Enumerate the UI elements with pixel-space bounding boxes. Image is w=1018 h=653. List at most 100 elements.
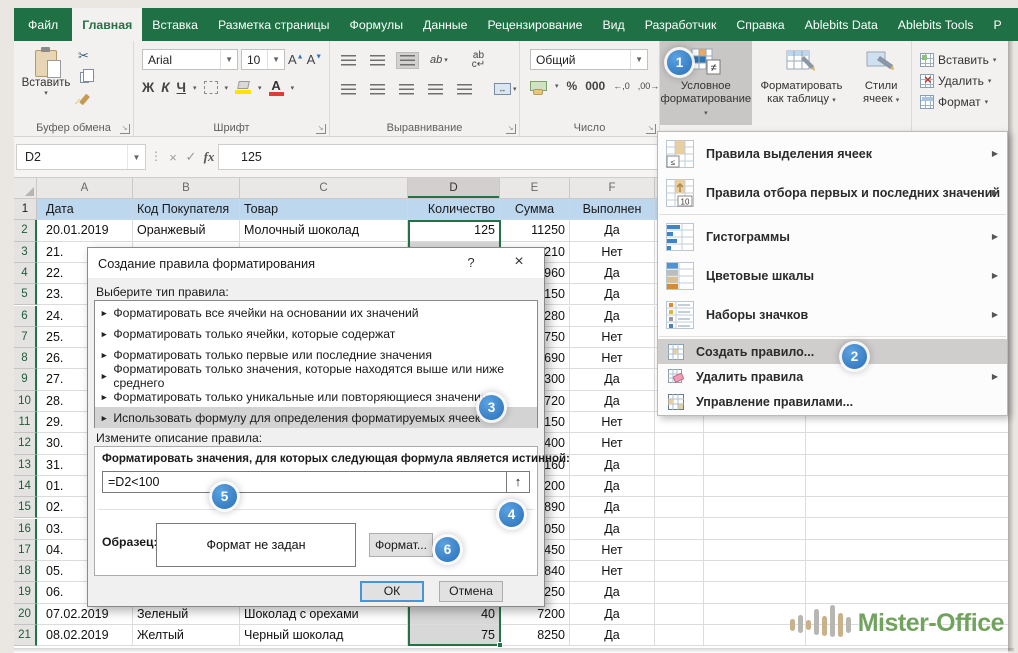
rule-type-option[interactable]: ►Форматировать только ячейки, которые со… (95, 323, 537, 344)
cut-button[interactable]: ✂ (78, 47, 122, 64)
cell[interactable]: Да (570, 263, 655, 284)
underline-button[interactable]: Ч (177, 80, 187, 95)
insert-cells-button[interactable]: Вставить▾ (912, 49, 1008, 70)
row-header[interactable]: 1 (14, 199, 37, 220)
row-header[interactable]: 7 (14, 327, 37, 348)
insert-function-button[interactable]: fx (200, 144, 218, 170)
tab-page-layout[interactable]: Разметка страницы (208, 8, 340, 41)
tab-review[interactable]: Рецензирование (477, 8, 592, 41)
cell[interactable]: Да (570, 455, 655, 476)
align-center-button[interactable] (367, 82, 388, 97)
align-left-button[interactable] (338, 82, 359, 97)
tab-ablebits-data[interactable]: Ablebits Data (795, 8, 888, 41)
menu-item-highlight-cells-rules[interactable]: ≤ Правила выделения ячеек ▶ (658, 134, 1007, 173)
col-header-d[interactable]: D (408, 178, 500, 199)
cell[interactable]: Сумма (500, 199, 570, 220)
row-header[interactable]: 17 (14, 540, 37, 561)
cell[interactable]: Черный шоколад (240, 625, 408, 646)
cell[interactable] (655, 455, 704, 476)
cell[interactable]: Да (570, 604, 655, 625)
increase-indent-button[interactable] (454, 82, 475, 97)
row-header[interactable]: 5 (14, 284, 37, 305)
dialog-launcher-icon[interactable]: ↘ (120, 124, 130, 134)
cell[interactable] (655, 561, 704, 582)
menu-item-manage-rules[interactable]: Управление правилами... (658, 389, 1007, 414)
rule-type-option[interactable]: ►Форматировать только значения, которые … (95, 365, 537, 386)
tab-file[interactable]: Файл (14, 8, 72, 41)
align-middle-button[interactable] (367, 53, 388, 68)
align-top-button[interactable] (338, 53, 359, 68)
paste-button[interactable]: Вставить ▾ (20, 47, 72, 117)
dialog-launcher-icon[interactable]: ↘ (316, 124, 326, 134)
decrease-indent-button[interactable] (425, 82, 446, 97)
row-header[interactable]: 2 (14, 220, 37, 241)
select-all-corner[interactable] (14, 178, 37, 199)
col-header-a[interactable]: A (37, 178, 133, 199)
tab-help[interactable]: Справка (726, 8, 794, 41)
row-header[interactable]: 13 (14, 455, 37, 476)
cell[interactable]: 08.02.2019 (37, 625, 133, 646)
row-header[interactable]: 3 (14, 242, 37, 263)
cell[interactable]: Молочный шоколад (240, 220, 408, 241)
menu-item-clear-rules[interactable]: Удалить правила ▶ (658, 364, 1007, 389)
rule-formula-input[interactable]: =D2<100 (102, 471, 507, 493)
dialog-help-button[interactable]: ? (456, 248, 486, 278)
format-cells-button[interactable]: Формат▾ (912, 91, 1008, 112)
row-header[interactable]: 12 (14, 433, 37, 454)
cell[interactable]: Количество (408, 199, 500, 220)
row-header[interactable]: 11 (14, 412, 37, 433)
cell[interactable]: Дата (37, 199, 133, 220)
cell[interactable]: Да (570, 497, 655, 518)
cell[interactable]: 75 (408, 625, 500, 646)
menu-item-new-rule[interactable]: Создать правило... (658, 339, 1007, 364)
col-header-b[interactable]: B (133, 178, 240, 199)
tab-formulas[interactable]: Формулы (340, 8, 414, 41)
bold-button[interactable]: Ж (142, 80, 154, 95)
font-color-button[interactable]: А (269, 79, 284, 96)
cell[interactable]: Нет (570, 412, 655, 433)
col-header-c[interactable]: C (240, 178, 408, 199)
row-header[interactable]: 8 (14, 348, 37, 369)
cell[interactable]: Да (570, 476, 655, 497)
cell[interactable] (704, 519, 806, 540)
col-header-e[interactable]: E (500, 178, 570, 199)
cancel-button[interactable]: Отмена (439, 581, 503, 602)
font-name-combo[interactable]: Arial▼ (142, 49, 238, 70)
menu-item-color-scales[interactable]: Цветовые шкалы ▶ (658, 256, 1007, 295)
tab-developer[interactable]: Разработчик (635, 8, 727, 41)
cell[interactable] (704, 497, 806, 518)
menu-item-icon-sets[interactable]: Наборы значков ▶ (658, 295, 1007, 334)
cell[interactable]: Да (570, 306, 655, 327)
cell[interactable]: 11250 (500, 220, 570, 241)
menu-item-data-bars[interactable]: Гистограммы ▶ (658, 217, 1007, 256)
tab-ablebits-tools[interactable]: Ablebits Tools (888, 8, 984, 41)
percent-style-button[interactable]: % (567, 79, 578, 93)
cell[interactable] (655, 625, 704, 646)
cell[interactable]: Да (570, 582, 655, 603)
name-box[interactable]: D2 ▼ (16, 144, 146, 170)
cell-styles-button[interactable]: Стили ячеек ▾ (851, 41, 911, 125)
cell[interactable]: 20.01.2019 (37, 220, 133, 241)
wrap-text-button[interactable]: abc↵ (469, 49, 488, 71)
tab-insert[interactable]: Вставка (142, 8, 208, 41)
orientation-button[interactable]: ab▾ (427, 52, 451, 68)
dialog-close-button[interactable]: × (502, 248, 536, 278)
row-header[interactable]: 20 (14, 604, 37, 625)
row-header[interactable]: 18 (14, 561, 37, 582)
cell[interactable]: Нет (570, 433, 655, 454)
cell[interactable] (655, 476, 704, 497)
rule-type-option[interactable]: ►Форматировать только уникальные или пов… (95, 386, 537, 407)
cell[interactable]: Да (570, 369, 655, 390)
cell[interactable] (704, 455, 806, 476)
copy-button[interactable]: ▾ (78, 69, 122, 86)
merge-center-button[interactable]: ↔▾ (491, 81, 520, 97)
cell[interactable]: Нет (570, 561, 655, 582)
cell[interactable] (704, 433, 806, 454)
accounting-format-button[interactable] (530, 81, 547, 91)
cancel-entry-button[interactable]: × (164, 144, 182, 170)
col-header-f[interactable]: F (570, 178, 655, 199)
tab-truncated[interactable]: P (983, 8, 1011, 41)
row-header[interactable]: 10 (14, 391, 37, 412)
rule-type-option[interactable]: ►Форматировать все ячейки на основании и… (95, 302, 537, 323)
cell[interactable] (655, 582, 704, 603)
